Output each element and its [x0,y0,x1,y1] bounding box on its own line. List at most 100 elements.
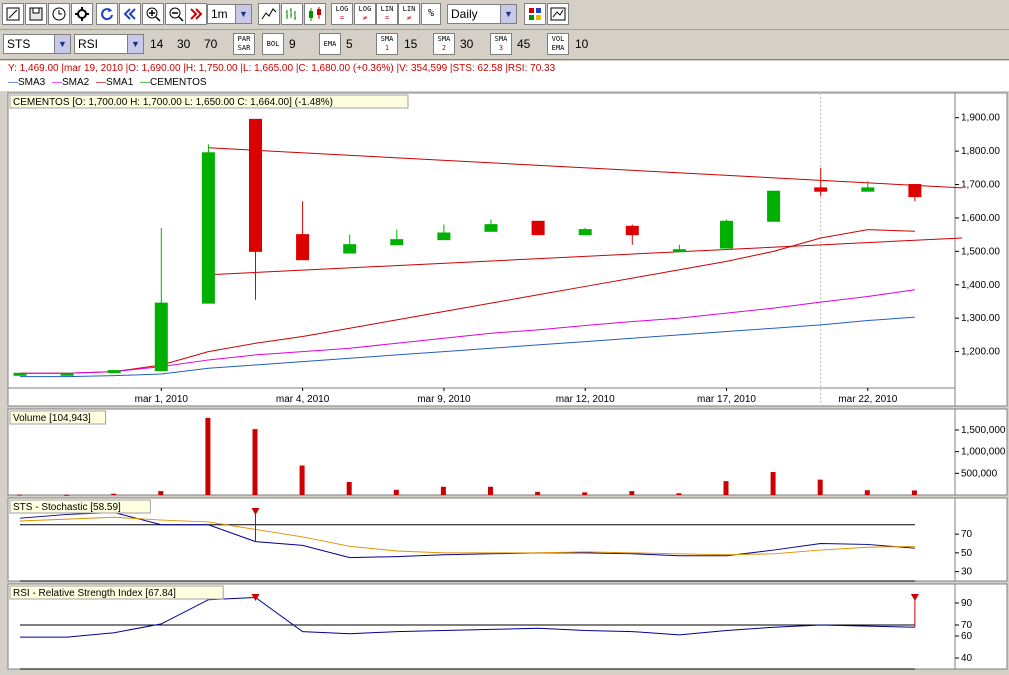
volume-bar [346,482,352,495]
lin-equal-button[interactable]: LIN = [376,3,398,25]
stochastic-pane-title: STS - Stochastic [58.59] [13,502,121,513]
candle-up [201,152,215,304]
series-legend: —SMA3 —SMA2 —SMA1 —CEMENTOS [0,77,1009,91]
candle-down [908,184,922,198]
x-tick-label: mar 1, 2010 [135,394,189,405]
bol-value[interactable]: 9 [289,37,296,51]
sma3-button[interactable]: SMA 3 [490,33,512,55]
indicator-param[interactable]: 14 [150,37,163,51]
settings-icon[interactable] [71,3,93,25]
rewind-icon[interactable] [119,3,141,25]
volume-pane [7,408,956,496]
vol-ema-value[interactable]: 10 [575,37,588,51]
price-y-tick-label: 1,500.00 [961,246,1000,257]
volume-bar [817,479,823,495]
zoom-out-icon[interactable] [165,3,187,25]
candle-up [578,229,592,236]
interval-select[interactable]: 1m ▼ [207,4,252,24]
stochastic-y-tick-label: 70 [961,529,973,540]
price-y-tick-label: 1,300.00 [961,313,1000,324]
sma1-button[interactable]: SMA 1 [376,33,398,55]
indicator-param[interactable]: 70 [204,37,217,51]
candle-up [672,249,686,253]
candle-down [249,118,262,252]
clock-icon[interactable] [48,3,70,25]
x-tick-label: mar 17, 2010 [697,394,756,405]
price-y-tick-label: 1,400.00 [961,280,1000,291]
charts-area: 1,200.00 1,300.00 1,400.00 1,500.00 1,600.00… [0,91,1009,672]
lin-unequal-button[interactable]: LIN ≠ [398,3,420,25]
price-y-tick-label: 1,900.00 [961,113,1000,124]
log-unequal-button[interactable]: LOG ≠ [354,3,376,25]
rsi-y-tick-label: 40 [961,653,973,664]
bol-button[interactable]: BOL [262,33,284,55]
par-sar-button[interactable]: PAR SAR [233,33,255,55]
volume-bar [723,481,729,495]
sma2-button[interactable]: SMA 2 [433,33,455,55]
chevron-down-icon[interactable]: ▼ [127,35,143,53]
candle-chart-icon[interactable] [304,3,326,25]
price-y-tick-label: 1,600.00 [961,213,1000,224]
candle-up [861,187,875,192]
volume-y-tick-label: 1,000,000 [961,447,1006,458]
volume-bar [111,493,117,495]
volume-bar [393,489,399,495]
price-y-tick-label: 1,200.00 [961,347,1000,358]
candle-up [720,220,733,249]
bar-chart-icon[interactable] [281,3,303,25]
volume-pane-title: Volume [104,943] [13,413,91,424]
candle-up [13,372,27,376]
volume-bar [629,491,635,495]
volume-bar [299,465,305,495]
x-tick-label: mar 22, 2010 [838,394,897,405]
sma3-value[interactable]: 45 [517,37,530,51]
volume-bar [770,472,776,495]
volume-bar [158,491,164,495]
chevron-down-icon[interactable]: ▼ [235,5,251,23]
candle-up [154,302,168,372]
forward-icon[interactable] [185,3,207,25]
price-y-tick-label: 1,800.00 [961,146,1000,157]
line-chart-icon[interactable] [258,3,280,25]
volume-bar [17,494,22,496]
candle-up [343,244,357,254]
ema-value[interactable]: 5 [346,37,353,51]
chart-window-icon[interactable] [547,3,569,25]
indicator-select[interactable]: RSI ▼ [74,34,144,54]
volume-bar [440,486,446,495]
x-tick-label: mar 4, 2010 [276,394,330,405]
stochastic-y-tick-label: 50 [961,548,973,559]
period-select[interactable]: Daily ▼ [447,4,517,24]
charts-svg[interactable]: 1,200.00 1,300.00 1,400.00 1,500.00 1,600.00… [0,91,1009,672]
percent-button[interactable]: % [421,3,441,25]
ema-button[interactable]: EMA [319,33,341,55]
color-palette-icon[interactable] [524,3,546,25]
volume-bar [205,417,211,495]
legend-cementos: —CEMENTOS [140,77,207,88]
legend-sma3: —SMA3 [8,77,46,88]
main-toolbar: 1m ▼ LOG = LOG ≠ LIN = LIN ≠ % Daily ▼ [0,0,1009,30]
vol-ema-button[interactable]: VOL EMA [547,33,569,55]
indicator-param[interactable]: 30 [177,37,190,51]
volume-bar [911,490,917,495]
indicator-value: RSI [78,37,99,51]
draw-icon[interactable] [2,3,24,25]
zoom-in-icon[interactable] [142,3,164,25]
sma2-value[interactable]: 30 [460,37,473,51]
symbol-select[interactable]: STS ▼ [3,34,71,54]
rsi-y-tick-label: 70 [961,620,973,631]
chevron-down-icon[interactable]: ▼ [54,35,70,53]
log-equal-button[interactable]: LOG = [331,3,353,25]
sma1-value[interactable]: 15 [404,37,417,51]
symbol-value: STS [7,37,31,51]
price-pane-title: CEMENTOS [O: 1,700.00 H: 1,700.00 L: 1,6… [13,97,333,108]
legend-sma1: —SMA1 [96,77,134,88]
indicator-toolbar: STS ▼ RSI ▼ 14 30 70 PAR SAR BOL 9 EMA 5 SM… [0,30,1009,60]
refresh-icon[interactable] [96,3,118,25]
rsi-y-tick-label: 60 [961,631,973,642]
candle-down [625,225,639,236]
x-tick-label: mar 9, 2010 [417,394,471,405]
save-icon[interactable] [25,3,47,25]
candle-down [531,220,545,236]
chevron-down-icon[interactable]: ▼ [500,5,516,23]
